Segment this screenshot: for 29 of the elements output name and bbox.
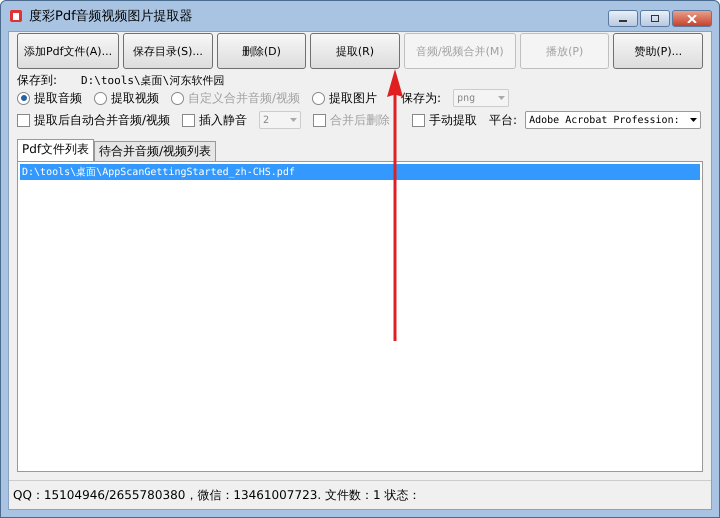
caret-icon [498, 96, 506, 100]
toolbar-button[interactable]: 删除(D) [216, 33, 306, 69]
toolbar-button[interactable]: 提取(R) [310, 33, 400, 69]
tab[interactable]: Pdf文件列表 [17, 139, 94, 161]
close-button[interactable] [672, 10, 712, 27]
toolbar-button[interactable]: 保存目录(S)... [123, 33, 213, 69]
checkbox-option[interactable]: 提取后自动合并音频/视频 [17, 112, 170, 128]
save-as-label: 保存为: [401, 90, 442, 106]
window-title: 度彩Pdf音频视频图片提取器 [29, 8, 193, 25]
caret-icon [690, 118, 698, 122]
close-icon [687, 14, 697, 22]
caret-icon [290, 118, 298, 122]
app-icon [8, 8, 24, 24]
radio-option[interactable]: 提取音频 [17, 90, 82, 106]
maximize-icon [650, 14, 660, 22]
radio-option[interactable]: 提取视频 [94, 90, 159, 106]
save-path: D:\tools\桌面\河东软件园 [81, 72, 224, 88]
platform-label: 平台: [489, 112, 518, 128]
tab[interactable]: 待合并音频/视频列表 [94, 141, 216, 161]
radio-option[interactable]: 提取图片 [312, 90, 378, 106]
minimize-button[interactable] [608, 10, 638, 27]
status-bar: QQ：15104946/2655780380，微信：13461007723. 文件数：1 状态： [9, 480, 711, 509]
platform-dropdown[interactable]: Adobe Acrobat Profession: [525, 111, 702, 129]
maximize-button[interactable] [640, 10, 670, 27]
toolbar-button[interactable]: 添加Pdf文件(A)... [17, 33, 120, 69]
checkbox-option[interactable]: 插入静音 [182, 112, 248, 128]
toolbar-button[interactable]: 赞助(P)... [613, 33, 704, 69]
checkbox-option[interactable]: 手动提取 [412, 112, 478, 128]
save-to-label: 保存到: [17, 72, 58, 88]
